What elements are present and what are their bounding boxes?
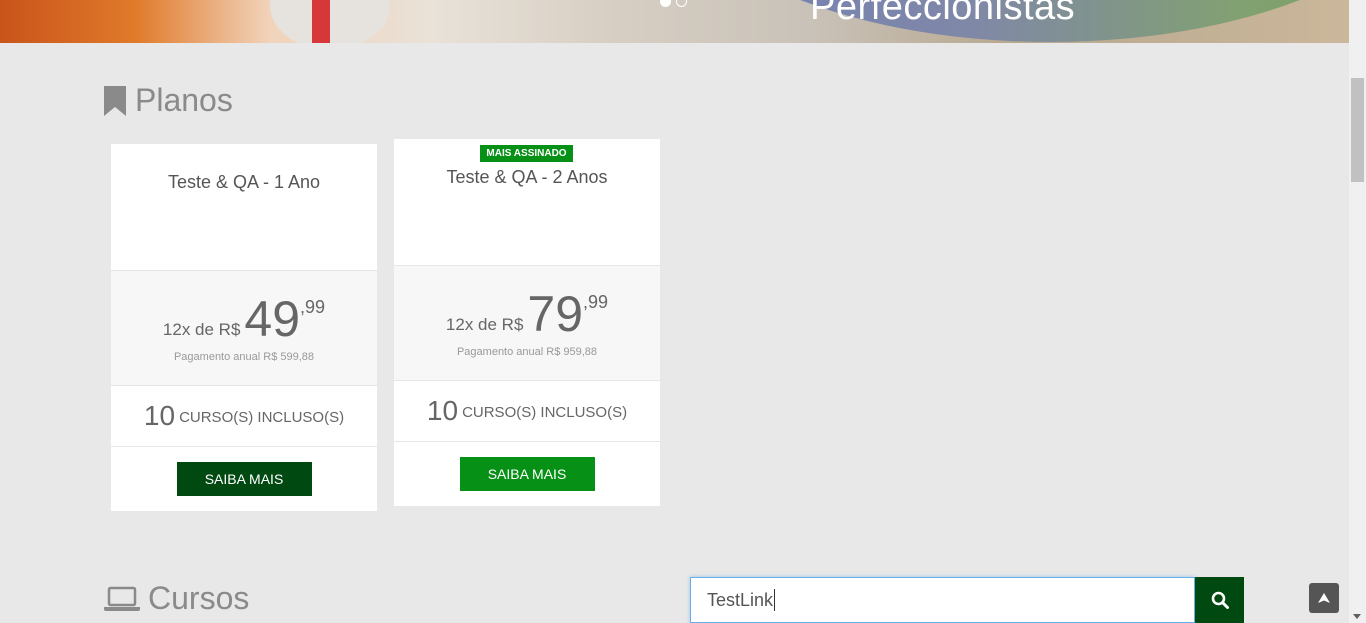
courses-included: 10 CURSO(S) INCLUSO(S) [394, 381, 660, 442]
planos-section-heading: Planos [104, 82, 233, 119]
plan-actions: SAIBA MAIS [111, 447, 377, 511]
scroll-down-arrow-icon[interactable] [1353, 614, 1361, 619]
hero-image-person [270, 0, 390, 43]
hero-image-strap [312, 0, 330, 43]
courses-label: CURSO(S) INCLUSO(S) [462, 403, 628, 421]
courses-count: 10 [426, 395, 459, 426]
plan-name: Teste & QA - 1 Ano [167, 172, 321, 192]
page-scrollbar[interactable] [1349, 0, 1366, 623]
price-integer: 49 [244, 291, 301, 347]
plan-actions: SAIBA MAIS [394, 442, 660, 506]
annual-payment: Pagamento anual R$ 599,88 [173, 351, 315, 363]
price-prefix: 12x de R$ [162, 320, 241, 339]
search-icon [1211, 591, 1229, 609]
plan-price: 12x de R$ 49 ,99 Pagamento anual R$ 599,… [111, 270, 377, 386]
courses-count: 10 [143, 400, 176, 431]
carousel-dot-1[interactable] [660, 0, 671, 7]
plan-card-1-ano: Teste & QA - 1 Ano 12x de R$ 49 ,99 Paga… [111, 144, 377, 511]
plan-price: 12x de R$ 79 ,99 Pagamento anual R$ 959,… [394, 265, 660, 381]
price-integer: 79 [527, 286, 584, 342]
carousel-dot-2[interactable] [676, 0, 687, 7]
price-cents: ,99 [300, 297, 326, 317]
search-button[interactable] [1195, 577, 1244, 623]
course-search-input[interactable]: TestLink [690, 577, 1195, 623]
cursos-section-heading: Cursos [104, 580, 249, 617]
laptop-icon [104, 586, 140, 611]
annual-payment: Pagamento anual R$ 959,88 [456, 346, 598, 358]
courses-included: 10 CURSO(S) INCLUSO(S) [111, 386, 377, 447]
price-prefix: 12x de R$ [445, 315, 524, 334]
cursos-title: Cursos [148, 580, 250, 616]
planos-title: Planos [135, 82, 233, 118]
price-cents: ,99 [583, 292, 609, 312]
hero-title: Perfeccionistas [810, 0, 1076, 28]
saiba-mais-button[interactable]: SAIBA MAIS [176, 462, 312, 496]
arrow-up-icon [1318, 593, 1330, 603]
courses-label: CURSO(S) INCLUSO(S) [179, 408, 345, 426]
text-caret [774, 589, 776, 611]
bookmark-icon [104, 85, 126, 116]
plan-card-2-anos: Teste & QA - 2 Anos 12x de R$ 79 ,99 Pag… [394, 139, 660, 506]
mais-assinado-badge: MAIS ASSINADO [480, 145, 573, 162]
hero-banner: Perfeccionistas [0, 0, 1349, 43]
search-input-value: TestLink [707, 589, 774, 610]
saiba-mais-button[interactable]: SAIBA MAIS [459, 457, 595, 491]
scrollbar-thumb[interactable] [1351, 78, 1364, 182]
back-to-top-button[interactable] [1309, 583, 1339, 613]
